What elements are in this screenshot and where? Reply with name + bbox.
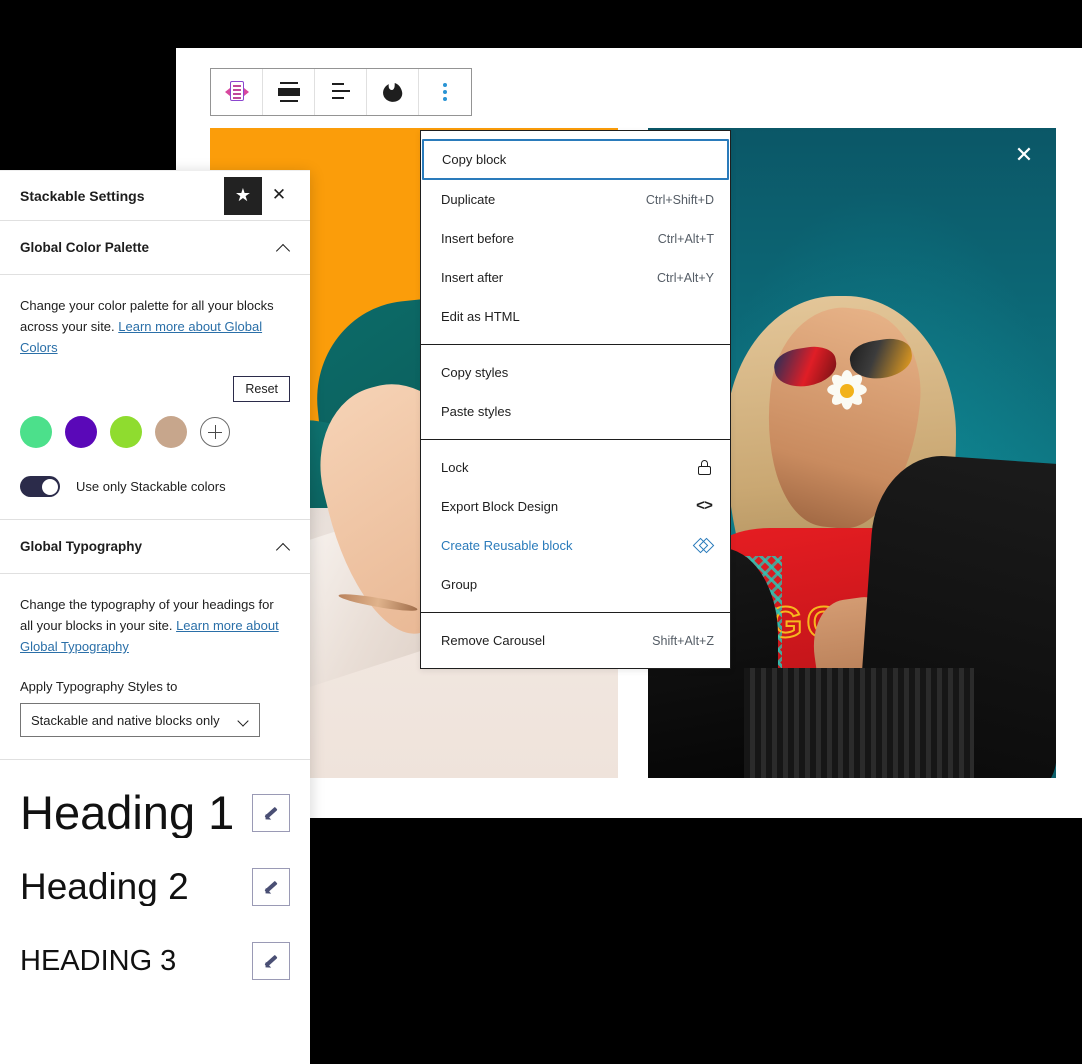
- section-body-global-typography: Change the typography of your headings f…: [0, 574, 310, 760]
- code-brackets-icon: <>: [695, 498, 713, 515]
- heading-preview-row: Heading 1: [0, 776, 310, 850]
- menu-item-insert-after[interactable]: Insert after Ctrl+Alt+Y: [421, 258, 730, 297]
- menu-item-group[interactable]: Group: [421, 565, 730, 604]
- section-title: Global Color Palette: [20, 240, 150, 255]
- apply-typography-label: Apply Typography Styles to: [20, 679, 178, 694]
- section-title: Global Typography: [20, 539, 143, 554]
- heading-sample: HEADING 3: [20, 945, 177, 977]
- menu-item-label: Copy block: [442, 152, 507, 167]
- block-toolbar: [210, 68, 472, 116]
- dropdown-group: Lock Export Block Design <> Create Reusa…: [421, 439, 730, 612]
- reusable-block-icon: [692, 537, 715, 554]
- chevron-up-icon: [277, 244, 290, 252]
- menu-item-shortcut: Ctrl+Alt+T: [657, 231, 714, 246]
- stackable-block-icon[interactable]: [211, 69, 263, 115]
- menu-item-label: Insert after: [441, 270, 504, 285]
- color-swatch-list: [20, 416, 290, 448]
- menu-item-label: Duplicate: [441, 192, 496, 207]
- color-swatch[interactable]: [110, 416, 142, 448]
- menu-item-shortcut: Ctrl+Alt+Y: [657, 270, 714, 285]
- slide-skirt: [744, 668, 974, 778]
- color-swatch[interactable]: [65, 416, 97, 448]
- stackable-settings-panel: Stackable Settings ★ ✕ Global Color Pale…: [0, 170, 310, 1064]
- pro-star-icon[interactable]: ★: [224, 176, 262, 215]
- lock-icon: [694, 460, 714, 475]
- menu-item-label: Insert before: [441, 231, 514, 246]
- menu-item-label: Remove Carousel: [441, 633, 546, 648]
- chevron-up-icon: [277, 543, 290, 551]
- menu-item-export-block-design[interactable]: Export Block Design <>: [421, 487, 730, 526]
- pencil-icon: [263, 805, 279, 821]
- menu-item-label: Copy styles: [441, 365, 509, 380]
- align-text-left-icon[interactable]: [315, 69, 367, 115]
- carousel-close-icon[interactable]: ✕: [1010, 142, 1038, 170]
- menu-item-label: Paste styles: [441, 404, 512, 419]
- menu-item-lock[interactable]: Lock: [421, 448, 730, 487]
- apply-typography-select[interactable]: Stackable and native blocks only: [20, 703, 260, 737]
- pencil-icon: [263, 953, 279, 969]
- menu-item-paste-styles[interactable]: Paste styles: [421, 392, 730, 431]
- block-options-dropdown: Copy block Duplicate Ctrl+Shift+D Insert…: [420, 130, 731, 669]
- heading-sample: Heading 1: [20, 788, 235, 838]
- screen: GGG ✕ Copy block Duplicate Ctrl+Shift+D …: [0, 0, 1082, 1064]
- section-body-global-color-palette: Change your color palette for all your b…: [0, 275, 310, 520]
- menu-item-label: Lock: [441, 460, 469, 475]
- menu-item-insert-before[interactable]: Insert before Ctrl+Alt+T: [421, 219, 730, 258]
- edit-heading-button[interactable]: [252, 794, 290, 832]
- vertical-align-icon[interactable]: [263, 69, 315, 115]
- color-swatch[interactable]: [20, 416, 52, 448]
- menu-item-label: Edit as HTML: [441, 309, 520, 324]
- edit-heading-button[interactable]: [252, 942, 290, 980]
- add-color-icon[interactable]: [200, 417, 230, 447]
- dropdown-group: Remove Carousel Shift+Alt+Z: [421, 612, 730, 668]
- section-header-global-typography[interactable]: Global Typography: [0, 520, 310, 574]
- menu-item-create-reusable-block[interactable]: Create Reusable block: [421, 526, 730, 565]
- use-only-stackable-colors-row: Use only Stackable colors: [20, 476, 290, 497]
- dropdown-group: Copy block Duplicate Ctrl+Shift+D Insert…: [421, 131, 730, 344]
- dropdown-group: Copy styles Paste styles: [421, 344, 730, 439]
- pencil-icon: [263, 879, 279, 895]
- menu-item-label: Create Reusable block: [441, 538, 573, 553]
- menu-item-copy-block[interactable]: Copy block: [422, 139, 729, 180]
- typography-section-description: Change the typography of your headings f…: [20, 594, 290, 657]
- reset-colors-button[interactable]: Reset: [233, 376, 290, 402]
- menu-item-remove-carousel[interactable]: Remove Carousel Shift+Alt+Z: [421, 621, 730, 660]
- heading-sample: Heading 2: [20, 867, 189, 907]
- edit-heading-button[interactable]: [252, 868, 290, 906]
- heading-preview-row: HEADING 3: [0, 924, 310, 998]
- menu-item-edit-as-html[interactable]: Edit as HTML: [421, 297, 730, 336]
- slide-daisy: [824, 368, 870, 414]
- select-value: Stackable and native blocks only: [31, 712, 220, 728]
- menu-item-copy-styles[interactable]: Copy styles: [421, 353, 730, 392]
- section-header-global-color-palette[interactable]: Global Color Palette: [0, 221, 310, 275]
- chevron-down-icon: [238, 717, 249, 724]
- reset-row: Reset: [20, 376, 290, 402]
- menu-item-shortcut: Shift+Alt+Z: [652, 633, 714, 648]
- panel-title: Stackable Settings: [20, 187, 145, 204]
- panel-header: Stackable Settings ★ ✕: [0, 171, 310, 221]
- color-section-description: Change your color palette for all your b…: [20, 295, 290, 358]
- toggle-label: Use only Stackable colors: [76, 479, 226, 494]
- menu-item-label: Export Block Design: [441, 499, 559, 514]
- more-options-icon[interactable]: [419, 69, 471, 115]
- panel-close-icon[interactable]: ✕: [262, 177, 296, 215]
- use-only-stackable-colors-toggle[interactable]: [20, 476, 60, 497]
- color-swatch[interactable]: [155, 416, 187, 448]
- menu-item-shortcut: Ctrl+Shift+D: [645, 192, 714, 207]
- menu-item-label: Group: [441, 577, 478, 592]
- menu-item-duplicate[interactable]: Duplicate Ctrl+Shift+D: [421, 180, 730, 219]
- heading-preview-list: Heading 1 Heading 2 HEADING 3: [0, 760, 310, 1008]
- heading-preview-row: Heading 2: [0, 850, 310, 924]
- blob-icon[interactable]: [367, 69, 419, 115]
